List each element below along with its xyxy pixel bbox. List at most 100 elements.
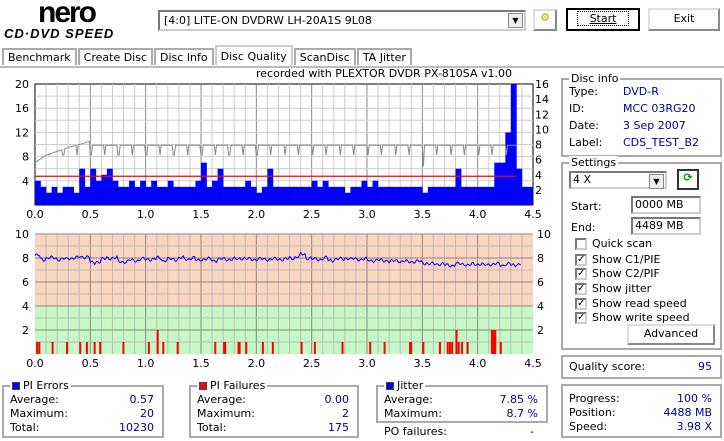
drive-value: [4:0] LITE-ON DVDRW LH-20A1S 9L08 (164, 14, 372, 27)
total-label: Total: (197, 421, 227, 434)
chevron-down-icon[interactable]: ▼ (649, 174, 664, 189)
speed-select[interactable]: 4 X ▼ (569, 171, 667, 189)
show-jitter-checkbox[interactable]: ✓ Show jitter (575, 282, 651, 295)
pif-bar (448, 342, 451, 354)
pie-bar (51, 186, 58, 205)
check-icon: ✓ (575, 282, 587, 295)
x-tick-label: 2.5 (303, 208, 321, 221)
tab-ta-jitter[interactable]: TA Jitter (356, 48, 412, 65)
end-input[interactable]: 4489 MB (631, 217, 701, 235)
x-tick-label: 1.5 (192, 208, 210, 221)
start-button[interactable]: Start (566, 8, 640, 31)
pie-bar (306, 186, 312, 205)
pie-bar (261, 186, 268, 205)
exit-button[interactable]: Exit (648, 8, 720, 31)
show-pif-checkbox[interactable]: ✓ Show C2/PIF (575, 267, 660, 280)
avg-value: 0.57 (129, 393, 155, 406)
po-failures-value: - (530, 425, 534, 438)
speed-value: 3.98 X (676, 420, 712, 433)
checkbox-label: Quick scan (592, 237, 653, 250)
jitter-group: Jitter Average: 7.85 % Maximum: 8.7 % (376, 379, 548, 423)
pie-bar (101, 174, 108, 205)
pie-bar (499, 162, 506, 205)
refresh-speed-button[interactable]: ⟳ (677, 169, 699, 190)
pif-bar (461, 342, 464, 354)
avg-value: 0.00 (324, 393, 350, 406)
pie-bar (284, 186, 290, 205)
show-read-speed-checkbox[interactable]: ✓ Show read speed (575, 297, 687, 310)
quick-scan-checkbox[interactable]: Quick scan (575, 237, 652, 250)
pif-bar (261, 342, 264, 354)
y-right-tick-label: 8 (535, 139, 542, 152)
pie-bar (272, 186, 279, 205)
pif-bar (494, 330, 497, 354)
pie-bar (140, 180, 146, 205)
advanced-button[interactable]: Advanced (627, 324, 715, 345)
drive-select[interactable]: [4:0] LITE-ON DVDRW LH-20A1S 9L08 ▼ (158, 10, 526, 31)
tab-disc-info[interactable]: Disc Info (154, 48, 214, 65)
checkbox-label: Show write speed (592, 311, 690, 324)
date-value: 3 Sep 2007 (623, 119, 686, 132)
pie-bar (245, 180, 252, 205)
pif-bar (455, 330, 458, 354)
tab-create-disc[interactable]: Create Disc (77, 48, 154, 65)
position-value: 4488 MB (663, 406, 712, 419)
chevron-down-icon[interactable]: ▼ (508, 13, 523, 28)
pie-bar (505, 132, 512, 205)
pif-bar (466, 342, 469, 354)
tab-disc-quality[interactable]: Disc Quality (214, 45, 293, 65)
refresh-drives-button[interactable]: ⚙ (533, 9, 557, 31)
quality-score-box: Quality score: 95 (561, 355, 722, 379)
x-tick-label: 1.0 (137, 208, 155, 221)
pif-bar (271, 342, 274, 354)
pie-bar (118, 186, 124, 205)
id-label: ID: (569, 102, 585, 115)
pie-bar (228, 186, 235, 205)
avg-label: Average: (197, 393, 246, 406)
check-icon: ✓ (575, 297, 587, 310)
id-value: MCC 03RG20 (623, 102, 696, 115)
pif-bar (99, 342, 102, 354)
pie-bar (516, 168, 523, 205)
pie-bar (527, 186, 534, 205)
pif-bar (147, 342, 150, 354)
pie-bar (256, 192, 263, 205)
show-write-speed-checkbox[interactable]: ✓ Show write speed (575, 311, 690, 324)
pie-bar (90, 168, 97, 205)
y-tick-label: 8 (22, 252, 29, 265)
y-right-tick-label: 4 (535, 169, 542, 182)
x-tick-label: 2.5 (303, 357, 321, 370)
pif-bar (410, 342, 413, 354)
pif-bar (65, 342, 68, 354)
pie-bar (134, 186, 141, 205)
red-legend-icon (199, 382, 207, 390)
pie-bar (510, 84, 517, 205)
y-right-tick-label: 2 (537, 324, 544, 337)
start-input[interactable]: 0000 MB (631, 196, 701, 214)
show-pie-checkbox[interactable]: ✓ Show C1/PIE (575, 253, 660, 266)
pie-bar (40, 186, 47, 205)
pif-bar (369, 342, 372, 354)
po-failures-label: PO failures: (384, 425, 447, 438)
tab-scandisc[interactable]: ScanDisc (293, 48, 356, 65)
pie-bar (450, 186, 456, 205)
pie-bar (367, 186, 373, 205)
pie-bar (145, 186, 152, 205)
pie-bar (189, 186, 196, 205)
start-label: Start: (571, 200, 602, 213)
pie-bar (162, 186, 169, 205)
x-tick-label: 4.0 (469, 208, 487, 221)
x-tick-label: 2.0 (248, 357, 266, 370)
y-tick-label: 4 (22, 175, 29, 188)
x-tick-label: 0.5 (82, 357, 100, 370)
check-icon: ✓ (575, 267, 587, 280)
pie-bar (444, 186, 451, 205)
pi-errors-group: PI Errors Average: 0.57 Maximum: 20 Total:… (2, 379, 164, 438)
pie-bar (405, 186, 412, 205)
pie-bar (461, 186, 467, 205)
max-value: 20 (140, 407, 154, 420)
pif-bar (51, 342, 54, 354)
pif-bar (122, 342, 125, 354)
settings-group: Settings 4 X ▼ ⟳ Start: 0000 MB End: 4489… (561, 156, 722, 350)
tab-benchmark[interactable]: Benchmark (2, 48, 77, 65)
